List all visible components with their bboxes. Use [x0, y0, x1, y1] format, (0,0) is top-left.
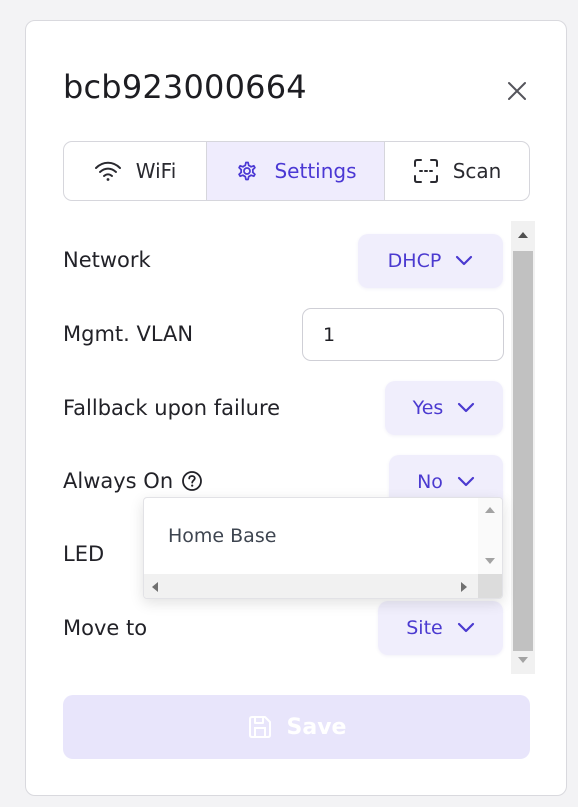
always-on-label-text: Always On	[63, 469, 174, 493]
triangle-down-icon	[485, 558, 495, 564]
move-to-select[interactable]: Site	[378, 601, 503, 655]
network-select[interactable]: DHCP	[358, 234, 503, 288]
scroll-up-arrow[interactable]	[511, 221, 535, 249]
fallback-label: Fallback upon failure	[63, 396, 280, 420]
chevron-down-icon	[457, 622, 474, 633]
fallback-label-text: Fallback upon failure	[63, 396, 281, 420]
dropdown-option[interactable]: Home Base	[168, 525, 276, 547]
save-button[interactable]: Save	[63, 695, 530, 759]
vlan-input[interactable]	[302, 308, 504, 361]
tab-settings-label: Settings	[274, 159, 357, 183]
always-on-label: Always On	[63, 469, 203, 493]
close-icon	[508, 82, 526, 100]
device-settings-dialog: bcb923000664 WiFi Settings Scan Network …	[25, 20, 567, 796]
tab-bar: WiFi Settings Scan	[63, 141, 530, 201]
scrollbar-thumb[interactable]	[513, 251, 533, 651]
fallback-select-value: Yes	[412, 397, 444, 419]
move-to-label-text: Move to	[63, 616, 148, 640]
form-scrollbar[interactable]	[511, 221, 535, 674]
tab-wifi-label: WiFi	[135, 159, 177, 183]
scrollbar-corner	[478, 574, 502, 598]
triangle-right-icon	[461, 582, 467, 592]
tab-settings[interactable]: Settings	[206, 142, 384, 200]
move-to-label: Move to	[63, 616, 147, 640]
dropdown-horizontal-scrollbar[interactable]	[144, 574, 480, 598]
wifi-icon	[94, 161, 121, 181]
save-button-label: Save	[286, 714, 347, 740]
tab-scan-label: Scan	[452, 159, 502, 183]
scan-icon	[413, 159, 438, 183]
tab-wifi[interactable]: WiFi	[64, 142, 206, 200]
triangle-up-icon	[518, 232, 528, 238]
vlan-label-text: Mgmt. VLAN	[63, 322, 194, 346]
network-label: Network	[63, 248, 151, 272]
help-circle-icon[interactable]	[181, 470, 203, 492]
chevron-down-icon	[456, 255, 473, 266]
triangle-up-icon	[485, 507, 495, 513]
fallback-select[interactable]: Yes	[385, 381, 503, 435]
dropdown-vertical-scrollbar[interactable]	[478, 498, 502, 574]
network-label-text: Network	[63, 248, 151, 272]
triangle-down-icon	[518, 657, 528, 663]
led-label-text: LED	[63, 542, 105, 566]
always-on-select-value: No	[417, 471, 443, 493]
chevron-down-icon	[457, 476, 475, 487]
network-select-value: DHCP	[387, 250, 442, 272]
scroll-down-arrow[interactable]	[511, 646, 535, 674]
floppy-disk-icon	[248, 716, 271, 738]
close-button[interactable]	[504, 78, 530, 104]
tab-scan[interactable]: Scan	[384, 142, 529, 200]
gear-icon	[238, 161, 257, 181]
chevron-down-icon	[458, 402, 475, 413]
vlan-label: Mgmt. VLAN	[63, 322, 193, 346]
triangle-left-icon	[152, 582, 158, 592]
move-to-select-value: Site	[406, 617, 443, 639]
led-label: LED	[63, 542, 104, 566]
dialog-title: bcb923000664	[63, 68, 307, 106]
dropdown-list: Home Base	[143, 497, 503, 599]
